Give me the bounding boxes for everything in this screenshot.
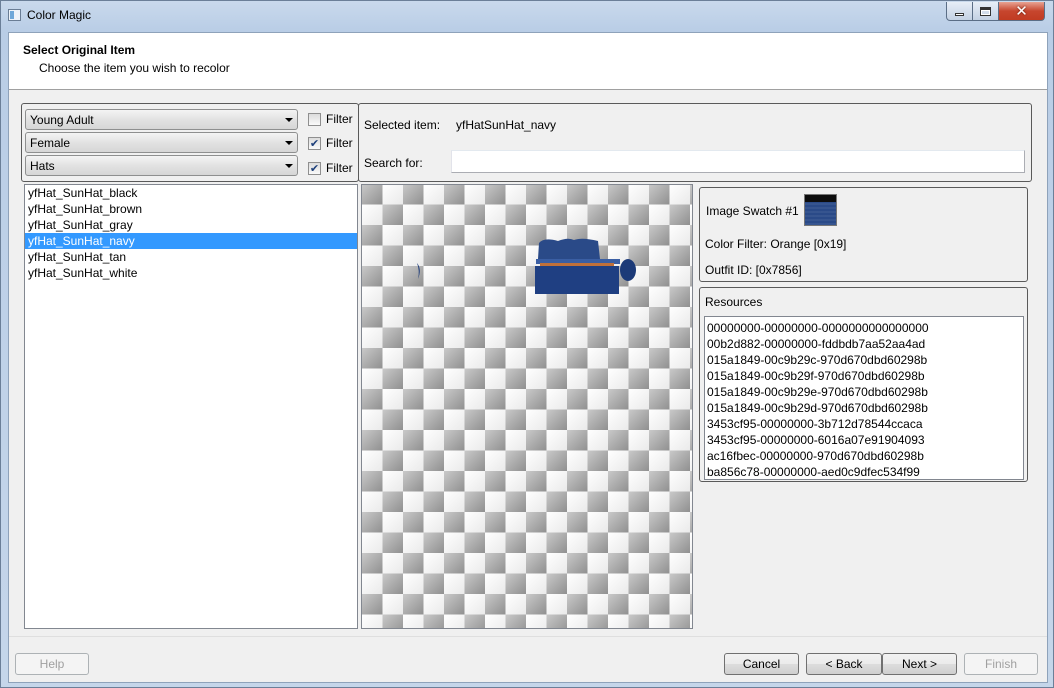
footer-divider <box>9 636 1047 637</box>
selected-item-value: yfHatSunHat_navy <box>456 118 557 132</box>
age-dropdown-value: Young Adult <box>30 113 94 127</box>
cancel-button[interactable]: Cancel <box>724 653 799 675</box>
search-input[interactable] <box>451 150 1025 173</box>
age-filter-label: Filter <box>326 112 353 126</box>
wizard-header: Select Original Item Choose the item you… <box>9 33 1047 90</box>
title-bar[interactable]: Color Magic ✕ <box>1 1 1053 30</box>
resource-item[interactable]: 3453cf95-00000000-3b712d78544ccaca <box>705 416 1023 432</box>
list-item[interactable]: yfHat_SunHat_gray <box>25 217 357 233</box>
resource-item[interactable]: 00000000-00000000-0000000000000000 <box>705 320 1023 336</box>
list-item[interactable]: yfHat_SunHat_tan <box>25 249 357 265</box>
category-dropdown[interactable]: Hats <box>25 155 298 176</box>
resource-item[interactable]: 3453cf95-00000000-6016a07e91904093 <box>705 432 1023 448</box>
resource-item[interactable]: 015a1849-00c9b29f-970d670dbd60298b <box>705 368 1023 384</box>
finish-button[interactable]: Finish <box>964 653 1038 675</box>
resource-item[interactable]: 00b2d882-00000000-fddbdb7aa52aa4ad <box>705 336 1023 352</box>
outfit-id-text: Outfit ID: [0x7856] <box>705 263 802 277</box>
item-preview <box>361 184 693 629</box>
swatch-thumbnail[interactable] <box>804 194 837 226</box>
search-label: Search for: <box>364 156 423 170</box>
list-item[interactable]: yfHat_SunHat_black <box>25 185 357 201</box>
maximize-icon <box>980 6 991 16</box>
swatch-label: Image Swatch #1 <box>706 204 799 218</box>
list-item[interactable]: yfHat_SunHat_navy <box>25 233 357 249</box>
resource-item[interactable]: 015a1849-00c9b29d-970d670dbd60298b <box>705 400 1023 416</box>
resources-panel: Resources 00000000-00000000-000000000000… <box>699 287 1028 482</box>
selection-panel: Selected item: yfHatSunHat_navy Search f… <box>358 103 1032 182</box>
gender-dropdown[interactable]: Female <box>25 132 298 153</box>
color-filter-text: Color Filter: Orange [0x19] <box>705 237 847 251</box>
chevron-down-icon <box>285 118 293 122</box>
gender-filter-label: Filter <box>326 136 353 150</box>
selected-item-label: Selected item: <box>364 118 441 132</box>
list-item[interactable]: yfHat_SunHat_white <box>25 265 357 281</box>
age-filter-checkbox[interactable] <box>308 113 321 126</box>
next-button[interactable]: Next > <box>882 653 957 675</box>
gender-filter-checkbox[interactable]: ✔ <box>308 137 321 150</box>
page-title: Select Original Item <box>23 43 136 57</box>
item-list[interactable]: yfHat_SunHat_black yfHat_SunHat_brown yfHa… <box>24 184 358 629</box>
gender-dropdown-value: Female <box>30 136 71 150</box>
preview-canvas <box>362 185 692 628</box>
minimize-icon <box>955 12 964 16</box>
main-window: Color Magic ✕ Select Original Item Choos… <box>0 0 1054 688</box>
list-item[interactable]: yfHat_SunHat_brown <box>25 201 357 217</box>
help-button[interactable]: Help <box>15 653 89 675</box>
category-filter-checkbox[interactable]: ✔ <box>308 162 321 175</box>
details-panel: Image Swatch #1 Color Filter: Orange [0x… <box>699 187 1028 282</box>
page-subtitle: Choose the item you wish to recolor <box>39 61 230 75</box>
filter-panel: Young Adult Filter Female ✔ Filter Hats … <box>21 103 359 182</box>
resource-item[interactable]: 015a1849-00c9b29c-970d670dbd60298b <box>705 352 1023 368</box>
close-button[interactable]: ✕ <box>999 2 1045 21</box>
resource-item[interactable]: 015a1849-00c9b29e-970d670dbd60298b <box>705 384 1023 400</box>
age-dropdown[interactable]: Young Adult <box>25 109 298 130</box>
client-area: Select Original Item Choose the item you… <box>8 32 1048 683</box>
window-title: Color Magic <box>27 8 92 22</box>
category-dropdown-value: Hats <box>30 159 55 173</box>
resource-item[interactable]: ba856c78-00000000-aed0c9dfec534f99 <box>705 464 1023 479</box>
category-filter-label: Filter <box>326 161 353 175</box>
back-button[interactable]: < Back <box>806 653 882 675</box>
chevron-down-icon <box>285 141 293 145</box>
maximize-button[interactable] <box>973 2 999 21</box>
close-icon: ✕ <box>1015 1 1028 20</box>
chevron-down-icon <box>285 164 293 168</box>
resource-item[interactable]: ac16fbec-00000000-970d670dbd60298b <box>705 448 1023 464</box>
app-icon <box>8 9 21 21</box>
minimize-button[interactable] <box>946 2 973 21</box>
resources-title: Resources <box>705 295 763 309</box>
resources-list[interactable]: 00000000-00000000-0000000000000000 00b2d8… <box>704 316 1024 480</box>
